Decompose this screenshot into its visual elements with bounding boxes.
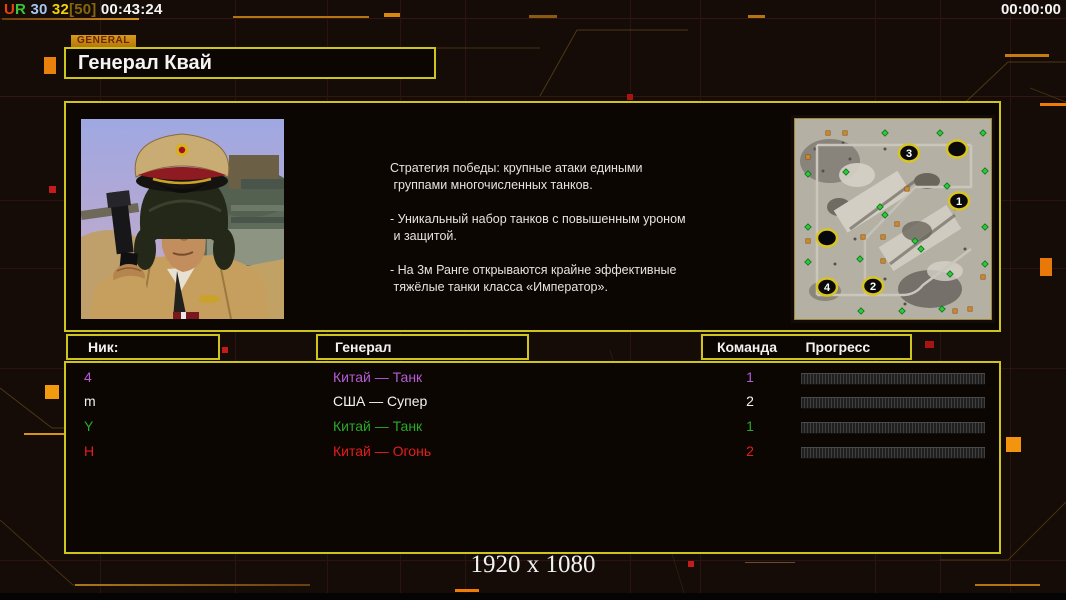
player-progress-bar	[801, 373, 985, 385]
decor-line	[75, 584, 310, 586]
player-team: 1	[746, 418, 754, 434]
player-progress-bar	[801, 397, 985, 409]
status-seg: 30	[26, 1, 48, 18]
svg-text:4: 4	[824, 282, 831, 294]
decor-line	[2, 18, 139, 20]
general-header-label: Генерал	[335, 339, 392, 355]
player-general: Китай — Танк	[333, 369, 423, 385]
decor-square	[1040, 258, 1052, 276]
decor-line	[1005, 54, 1049, 57]
nick-header-label: Ник:	[88, 339, 119, 355]
status-seg: U	[4, 1, 16, 18]
svg-text:2: 2	[870, 281, 876, 293]
decor-square	[44, 57, 56, 74]
player-nick: 4	[84, 369, 92, 385]
decor-square	[925, 341, 934, 348]
player-nick: Н	[84, 443, 95, 459]
player-progress-bar	[801, 447, 985, 459]
player-row: 4 Китай — Танк 1	[66, 366, 999, 390]
page-title: Генерал Квай	[78, 52, 212, 74]
players-panel: 4 Китай — Танк 1 m США — Супер 2 Y Китай…	[64, 361, 1001, 554]
progress-header-label: Прогресс	[805, 339, 871, 355]
match-status-timer: UR 30 32[50] 00:43:24	[4, 1, 163, 18]
general-description: Стратегия победы: крупные атаки едиными …	[390, 161, 686, 294]
decor-square	[45, 385, 59, 399]
general-title-box: Генерал Квай	[64, 47, 436, 79]
team-header-label: Команда	[717, 339, 777, 355]
decor-square	[49, 186, 56, 193]
player-general: США — Супер	[333, 393, 428, 409]
tab-general[interactable]: GENERAL	[71, 35, 137, 47]
bottom-strip	[0, 593, 1066, 600]
player-general: Китай — Танк	[333, 418, 423, 434]
status-seg: 00:43:24	[96, 1, 163, 18]
decor-dash	[455, 589, 479, 592]
svg-text:1: 1	[956, 196, 962, 208]
player-general: Китай — Огонь	[333, 443, 432, 459]
map-preview: 3 1 4 2	[794, 118, 992, 320]
decor-square	[222, 347, 228, 353]
player-team: 1	[746, 369, 754, 385]
decor-line	[975, 584, 1040, 586]
decor-dash	[529, 15, 557, 18]
column-header-general: Генерал	[316, 334, 529, 360]
column-header-team-progress: Команда Прогресс	[701, 334, 912, 360]
general-portrait	[81, 119, 284, 319]
status-seg: 32	[47, 1, 69, 18]
player-row: Н Китай — Огонь 2	[66, 440, 999, 464]
player-row: Y Китай — Танк 1	[66, 415, 999, 439]
player-row: m США — Супер 2	[66, 390, 999, 414]
decor-dash	[748, 15, 765, 18]
svg-text:3: 3	[906, 148, 912, 160]
column-header-nick: Ник:	[66, 334, 220, 360]
player-nick: Y	[84, 418, 94, 434]
status-seg: [50]	[69, 1, 97, 18]
decor-line	[233, 16, 369, 18]
player-progress-bar	[801, 422, 985, 434]
status-seg: R	[15, 1, 27, 18]
decor-square	[627, 94, 633, 100]
game-clock: 00:00:00	[1000, 1, 1061, 18]
decor-line	[24, 433, 66, 435]
player-team: 2	[746, 443, 754, 459]
decor-dash	[384, 13, 400, 17]
resolution-label: 1920 x 1080	[470, 551, 596, 578]
player-nick: m	[84, 393, 96, 409]
decor-line	[1040, 103, 1066, 106]
decor-square	[1006, 437, 1021, 452]
player-team: 2	[746, 393, 754, 409]
